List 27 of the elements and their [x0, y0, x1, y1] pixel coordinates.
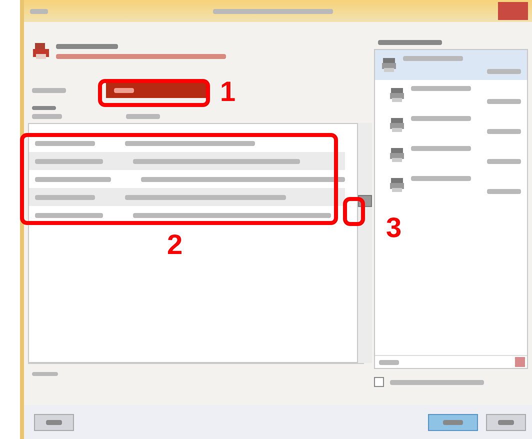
blurred-label [378, 40, 442, 45]
ok-button[interactable] [428, 414, 478, 430]
printer-icon [381, 57, 397, 73]
printer-icon [32, 42, 50, 60]
printer-icon [389, 147, 405, 163]
callout-number: 2 [167, 231, 183, 259]
callout-number: 3 [386, 214, 402, 242]
blurred-column-header [126, 114, 160, 119]
printer-icon [389, 177, 405, 193]
blurred-label [32, 106, 56, 110]
callout-frame [343, 197, 365, 226]
back-button[interactable] [34, 414, 74, 430]
callout-number: 1 [220, 78, 236, 106]
printer-icon [389, 87, 405, 103]
table-row[interactable] [29, 152, 345, 170]
blurred-label [32, 88, 66, 92]
name-field[interactable] [106, 82, 206, 98]
cancel-button[interactable] [486, 414, 526, 430]
printer-item[interactable] [375, 50, 527, 80]
blurred-column-header [32, 114, 62, 119]
blurred-label [32, 372, 58, 376]
search-field[interactable] [375, 355, 527, 368]
checkbox[interactable] [374, 377, 384, 387]
blurred-heading [56, 44, 118, 48]
printer-icon [389, 117, 405, 133]
table-row[interactable] [29, 188, 345, 206]
app-icon [30, 8, 48, 14]
